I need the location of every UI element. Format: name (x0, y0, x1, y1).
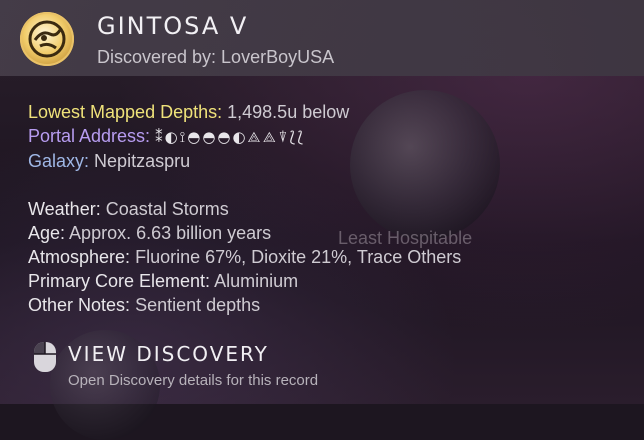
age-value: Approx. 6.63 billion years (69, 223, 272, 243)
notes-row: Other Notes: Sentient depths (28, 293, 461, 317)
atmosphere-value: Fluorine 67%, Dioxite 21%, Trace Others (135, 247, 462, 267)
weather-row: Weather: Coastal Storms (28, 197, 461, 221)
galaxy-row: Galaxy: Nepitzaspru (28, 149, 461, 173)
lowest-depths-label: Lowest Mapped Depths: (28, 102, 223, 122)
galaxy-value: Nepitzaspru (94, 151, 191, 171)
view-discovery-subtitle: Open Discovery details for this record (68, 372, 319, 389)
core-value: Aluminium (214, 271, 299, 291)
notes-value: Sentient depths (135, 295, 261, 315)
core-label: Primary Core Element: (28, 271, 211, 291)
notes-label: Other Notes: (28, 295, 131, 315)
discovered-by: Discovered by: LoverBoyUSA (97, 47, 335, 67)
planet-name: GINTOSA V (97, 12, 249, 40)
atmosphere-row: Atmosphere: Fluorine 67%, Dioxite 21%, T… (28, 245, 461, 269)
planet-info-panel: Lowest Mapped Depths: 1,498.5u below Por… (28, 100, 461, 317)
planet-discovery-icon (20, 12, 74, 66)
atmosphere-label: Atmosphere: (28, 247, 131, 267)
galaxy-label: Galaxy: (28, 151, 90, 171)
age-label: Age: (28, 223, 66, 243)
weather-value: Coastal Storms (105, 199, 229, 219)
lowest-depths-row: Lowest Mapped Depths: 1,498.5u below (28, 100, 461, 124)
lowest-depths-value: 1,498.5u below (227, 102, 350, 122)
mouse-left-click-icon[interactable] (28, 340, 62, 374)
weather-label: Weather: (28, 199, 101, 219)
age-row: Age: Approx. 6.63 billion years (28, 221, 461, 245)
portal-glyphs: ⁑◐⟟◓◓◓◐⟁⟁⍒⟅⟅ (155, 128, 306, 146)
discovery-header: GINTOSA V Discovered by: LoverBoyUSA (0, 0, 644, 76)
portal-address-row: Portal Address: ⁑◐⟟◓◓◓◐⟁⟁⍒⟅⟅ (28, 124, 461, 149)
portal-address-label: Portal Address: (28, 126, 151, 146)
core-row: Primary Core Element: Aluminium (28, 269, 461, 293)
view-discovery-button[interactable]: VIEW DISCOVERY (68, 342, 269, 366)
